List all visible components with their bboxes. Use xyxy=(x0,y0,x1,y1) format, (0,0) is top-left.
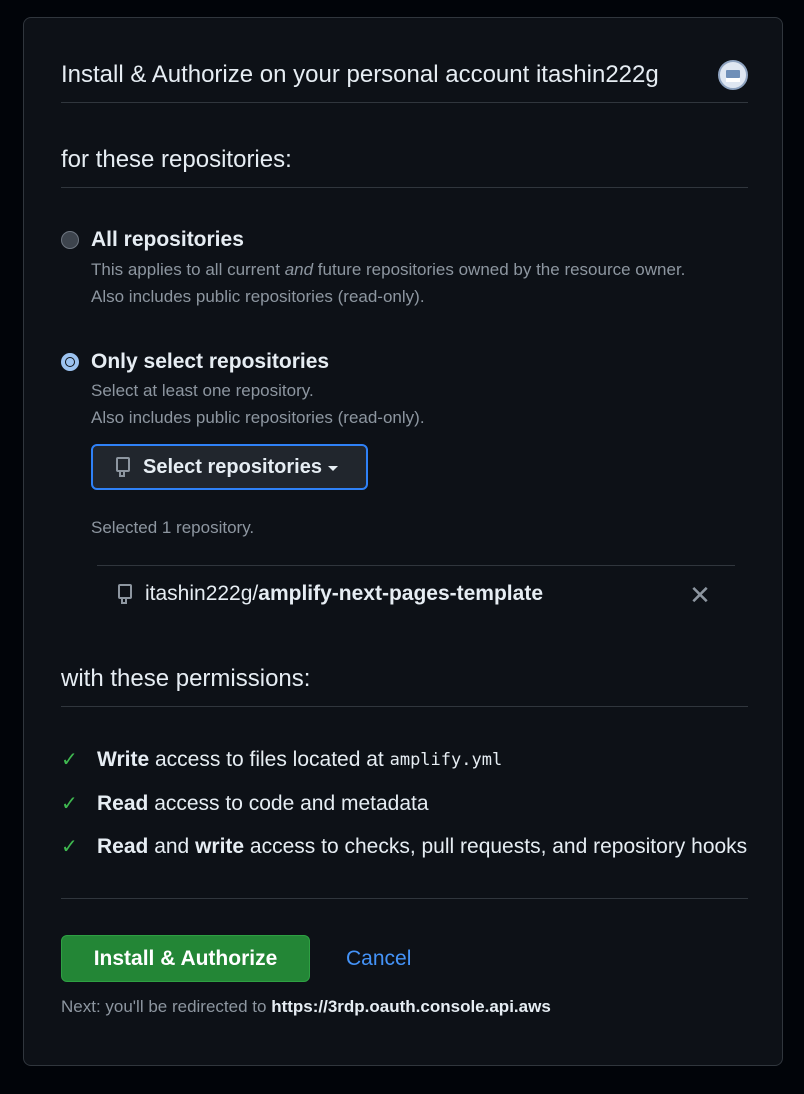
all-repositories-desc-start: This applies to all current xyxy=(91,260,285,279)
permission-text: and xyxy=(148,834,196,858)
repo-list-divider xyxy=(97,565,735,566)
avatar[interactable] xyxy=(718,60,748,90)
permission-level: Read xyxy=(97,834,149,858)
redirect-url: https://3rdp.oauth.console.api.aws xyxy=(271,997,551,1016)
select-repositories-label: Select repositories xyxy=(143,455,322,478)
repositories-section-title: for these repositories: xyxy=(61,146,292,173)
all-repositories-label[interactable]: All repositories xyxy=(91,228,244,252)
select-repositories-button[interactable]: Select repositories xyxy=(91,444,368,490)
repo-owner: itashin222g/ xyxy=(145,582,259,605)
all-repositories-desc-end: future repositories owned by the resourc… xyxy=(313,260,686,279)
all-repositories-description: This applies to all current and future r… xyxy=(91,260,685,280)
selected-repo-row: itashin222g/amplify-next-pages-template xyxy=(117,582,543,606)
repositories-divider xyxy=(61,187,748,188)
permissions-section-title: with these permissions: xyxy=(61,665,311,692)
caret-down-icon xyxy=(327,465,338,471)
permission-item: ✓ Write access to files located at ampli… xyxy=(61,747,502,772)
avatar-shape-base xyxy=(726,78,740,82)
all-repositories-radio[interactable] xyxy=(61,231,79,249)
permission-text-2: access to checks, pull requests, and rep… xyxy=(244,834,748,858)
page-title: Install & Authorize on your personal acc… xyxy=(61,61,659,88)
permission-item: ✓ Read and write access to checks, pull … xyxy=(61,834,747,859)
permissions-divider xyxy=(61,706,748,707)
only-select-repositories-label[interactable]: Only select repositories xyxy=(91,350,329,374)
only-select-description: Select at least one repository. xyxy=(91,381,314,400)
check-icon: ✓ xyxy=(61,836,78,858)
avatar-shape xyxy=(726,70,740,78)
install-authorize-button[interactable]: Install & Authorize xyxy=(61,935,310,982)
repo-icon xyxy=(115,457,131,477)
all-repositories-note: Also includes public repositories (read-… xyxy=(91,287,425,306)
check-icon: ✓ xyxy=(61,793,78,815)
selected-count: Selected 1 repository. xyxy=(91,518,255,537)
all-repositories-desc-emphasis: and xyxy=(284,260,314,279)
actions-divider xyxy=(61,898,748,899)
permission-file-code: amplify.yml xyxy=(389,749,503,770)
repo-icon xyxy=(117,584,133,604)
selected-repo-name: itashin222g/amplify-next-pages-template xyxy=(145,582,543,606)
permission-level: Read xyxy=(97,791,149,815)
cancel-link[interactable]: Cancel xyxy=(346,947,411,971)
install-authorize-card: Install & Authorize on your personal acc… xyxy=(23,17,783,1066)
permission-item: ✓ Read access to code and metadata xyxy=(61,791,429,816)
permission-text: access to files located at xyxy=(149,747,390,771)
only-select-note: Also includes public repositories (read-… xyxy=(91,408,425,427)
check-icon: ✓ xyxy=(61,749,78,771)
permission-level-2: write xyxy=(195,834,245,858)
redirect-note: Next: you'll be redirected to https://3r… xyxy=(61,997,551,1017)
only-select-repositories-radio[interactable] xyxy=(61,353,79,371)
redirect-prefix: Next: you'll be redirected to xyxy=(61,997,272,1016)
header-divider xyxy=(61,102,748,103)
repo-name: amplify-next-pages-template xyxy=(258,582,543,605)
remove-repo-close-icon[interactable]: ✕ xyxy=(688,582,712,608)
permission-text: access to code and metadata xyxy=(148,791,429,815)
permission-level: Write xyxy=(97,747,150,771)
